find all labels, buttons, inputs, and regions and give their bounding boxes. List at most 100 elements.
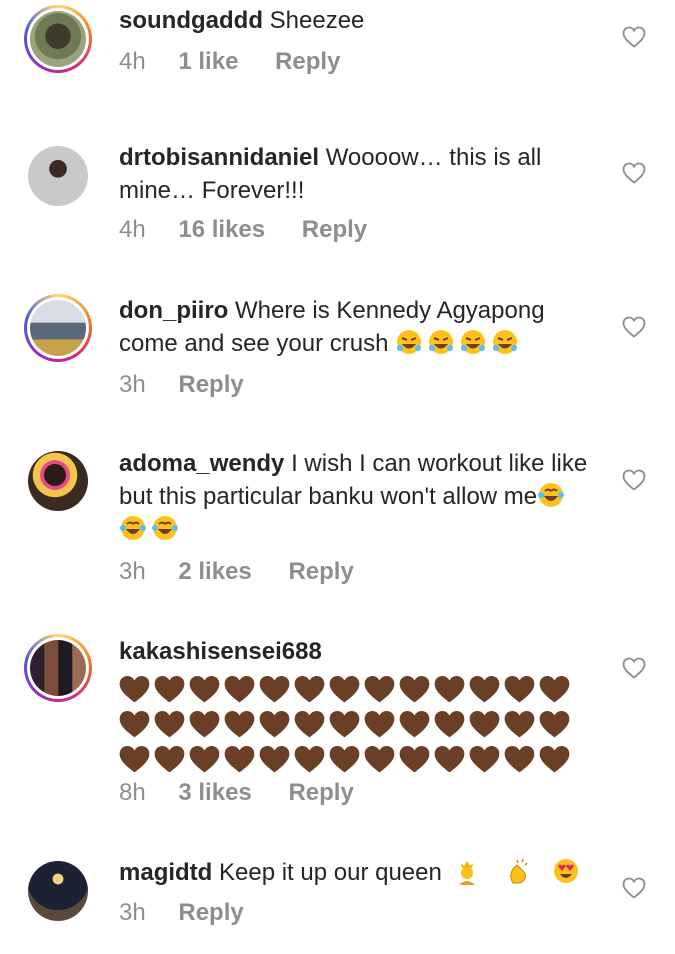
brown-heart-emoji (329, 711, 360, 738)
comment-meta: 4h 16 likes Reply (119, 216, 367, 244)
brown-heart-emoji (504, 746, 535, 773)
heart-outline-icon[interactable] (622, 877, 646, 899)
heart-outline-icon[interactable] (622, 316, 646, 338)
comment-text: soundgaddd Sheezee (119, 4, 589, 37)
comment-text: kakashisensei688 (119, 635, 589, 777)
brown-heart-emoji (119, 711, 150, 738)
brown-heart-emoji (189, 711, 220, 738)
brown-heart-emoji (294, 711, 325, 738)
avatar[interactable] (24, 634, 92, 702)
avatar[interactable] (24, 142, 92, 210)
brown-heart-emoji (224, 711, 255, 738)
comment-username[interactable]: don_piiro (119, 297, 228, 324)
comment-body: Keep it up our queen (219, 859, 442, 886)
avatar[interactable] (24, 447, 92, 515)
heart-outline-icon[interactable] (622, 162, 646, 184)
brown-heart-emoji (434, 676, 465, 703)
comment-username[interactable]: soundgaddd (119, 7, 263, 34)
tears-of-joy-emoji (538, 483, 565, 507)
rofl-emoji (461, 330, 486, 354)
reply-button[interactable]: Reply (302, 216, 367, 244)
comment-meta: 8h 3 likes Reply (119, 779, 354, 807)
brown-hearts-row (119, 707, 589, 742)
brown-hearts-row (119, 672, 589, 707)
comment-likes[interactable]: 2 likes (178, 558, 251, 586)
brown-heart-emoji (119, 746, 150, 773)
comment-item: soundgaddd Sheezee 4h 1 like Reply (0, 0, 675, 110)
brown-heart-emoji (539, 746, 570, 773)
brown-heart-emoji (364, 676, 395, 703)
brown-heart-emoji (259, 711, 290, 738)
brown-heart-emoji (364, 711, 395, 738)
reply-button[interactable]: Reply (288, 779, 353, 807)
avatar[interactable] (24, 857, 92, 925)
brown-heart-emoji (259, 746, 290, 773)
brown-heart-emoji (119, 676, 150, 703)
brown-heart-emoji (294, 746, 325, 773)
reply-button[interactable]: Reply (275, 48, 340, 76)
avatar[interactable] (24, 294, 92, 362)
reply-button[interactable]: Reply (178, 899, 243, 927)
comment-meta: 3h Reply (119, 899, 244, 927)
brown-heart-emoji (399, 746, 430, 773)
comment-username[interactable]: kakashisensei688 (119, 638, 322, 665)
comment-meta: 4h 1 like Reply (119, 48, 340, 76)
comment-item: kakashisensei688 8h 3 likes Reply (0, 633, 675, 823)
brown-heart-emoji (469, 711, 500, 738)
brown-heart-emoji (434, 746, 465, 773)
reply-button[interactable]: Reply (178, 371, 243, 399)
heart-outline-icon[interactable] (622, 657, 646, 679)
brown-heart-emoji (364, 746, 395, 773)
comment-text: drtobisannidaniel Woooow… this is all mi… (119, 141, 589, 207)
comment-text: adoma_wendy I wish I can workout like li… (119, 447, 589, 546)
comment-meta: 3h 2 likes Reply (119, 558, 354, 586)
rofl-emoji (429, 330, 454, 354)
brown-heart-emoji (504, 676, 535, 703)
comment-time: 4h (119, 48, 146, 75)
brown-heart-emoji (154, 746, 185, 773)
comment-username[interactable]: adoma_wendy (119, 450, 284, 477)
comment-item: magidtd Keep it up our queen 3h Reply (0, 855, 675, 954)
heart-outline-icon[interactable] (622, 469, 646, 491)
comment-likes[interactable]: 3 likes (178, 779, 251, 807)
brown-heart-emoji (224, 676, 255, 703)
comment-item: drtobisannidaniel Woooow… this is all mi… (0, 140, 675, 260)
comment-username[interactable]: drtobisannidaniel (119, 144, 319, 171)
avatar-image (30, 11, 86, 67)
brown-heart-emoji (154, 676, 185, 703)
comment-item: don_piiro Where is Kennedy Agyapong come… (0, 292, 675, 412)
brown-heart-emoji (329, 746, 360, 773)
avatar[interactable] (24, 5, 92, 73)
brown-heart-emoji (294, 676, 325, 703)
comment-time: 8h (119, 779, 146, 806)
reply-button[interactable]: Reply (288, 558, 353, 586)
brown-heart-emoji (189, 676, 220, 703)
comment-time: 4h (119, 216, 146, 243)
comment-likes[interactable]: 16 likes (178, 216, 265, 244)
brown-heart-emoji (224, 746, 255, 773)
brown-heart-emoji (539, 676, 570, 703)
brown-heart-emoji (399, 711, 430, 738)
brown-heart-emoji (539, 711, 570, 738)
brown-heart-emoji (469, 746, 500, 773)
heart-eyes-emoji (553, 859, 578, 883)
comment-item: adoma_wendy I wish I can workout like li… (0, 447, 675, 597)
comment-text: don_piiro Where is Kennedy Agyapong come… (119, 294, 589, 360)
woman-with-crown-emoji (458, 861, 475, 885)
brown-hearts-block (119, 672, 589, 777)
rofl-emoji (493, 330, 518, 354)
brown-heart-emoji (154, 711, 185, 738)
comment-username[interactable]: magidtd (119, 859, 212, 886)
brown-heart-emoji (504, 711, 535, 738)
comment-likes[interactable]: 1 like (178, 48, 238, 76)
avatar-image (28, 146, 88, 206)
brown-heart-emoji (329, 676, 360, 703)
brown-heart-emoji (189, 746, 220, 773)
comment-time: 3h (119, 899, 146, 926)
avatar-image (28, 861, 88, 921)
clapping-hands-emoji (510, 858, 528, 884)
brown-heart-emoji (259, 676, 290, 703)
brown-heart-emoji (434, 711, 465, 738)
heart-outline-icon[interactable] (622, 26, 646, 48)
comment-meta: 3h Reply (119, 371, 244, 399)
